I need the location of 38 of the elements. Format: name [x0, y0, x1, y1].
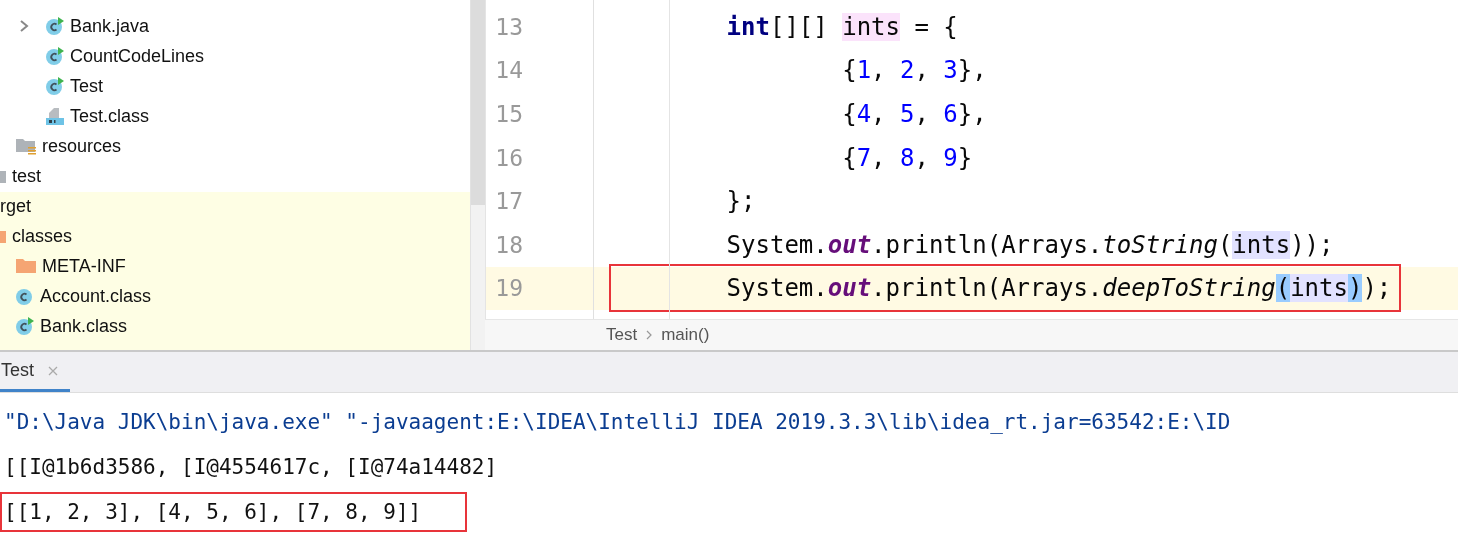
tree-item-label[interactable]: resources: [42, 135, 122, 157]
close-icon[interactable]: [48, 365, 58, 376]
tree-item-label[interactable]: Test.class: [70, 105, 150, 127]
tree-item-label[interactable]: CountCodeLines: [70, 45, 205, 67]
code-line: {1, 2, 3},: [841, 55, 988, 87]
code-line: int[][] ints = {: [725, 11, 959, 43]
binary-file-icon: [45, 106, 65, 126]
tree-item-label[interactable]: test: [12, 165, 41, 187]
runnable-class-icon: [45, 76, 65, 96]
class-icon: [15, 286, 35, 306]
line-number: 14: [494, 57, 523, 84]
run-tab[interactable]: Test: [0, 352, 70, 392]
runnable-class-icon: [15, 316, 35, 336]
breadcrumb[interactable]: main(): [661, 325, 710, 345]
line-number: 17: [494, 188, 523, 215]
tree-item-label[interactable]: Test: [70, 75, 103, 97]
runnable-class-icon: [45, 16, 65, 36]
tree-item-label[interactable]: classes: [12, 225, 73, 247]
code-line: {4, 5, 6},: [841, 99, 988, 130]
runnable-class-icon: [45, 46, 65, 66]
code-line: };: [725, 186, 757, 218]
tree-item-label[interactable]: rget: [0, 195, 32, 217]
console-line: "D:\Java JDK\bin\java.exe" "-javaagent:E:\IDEA\IntelliJ IDEA 2019.3.3\lib\idea_rt.jar=63542:E:\ID: [3, 408, 1232, 436]
line-number: 13: [494, 13, 523, 40]
line-number: 15: [494, 101, 523, 127]
scrollbar[interactable]: [470, 0, 485, 350]
line-number: 19: [494, 275, 523, 302]
chevron-right-icon: [645, 329, 654, 341]
console-line: [[I@1b6d3586, [I@4554617c, [I@74a14482]: [3, 453, 499, 481]
line-number: 18: [494, 231, 523, 258]
line-number: 16: [494, 144, 523, 171]
tree-item-label[interactable]: Bank.java: [70, 15, 150, 37]
resources-folder-icon: [15, 136, 37, 156]
tree-item-label[interactable]: Bank.class: [40, 315, 128, 337]
tree-item-label[interactable]: Account.class: [40, 285, 152, 307]
breadcrumb[interactable]: Test: [606, 325, 638, 345]
code-line: {7, 8, 9}: [841, 142, 974, 174]
tree-item-label[interactable]: META-INF: [42, 255, 126, 277]
